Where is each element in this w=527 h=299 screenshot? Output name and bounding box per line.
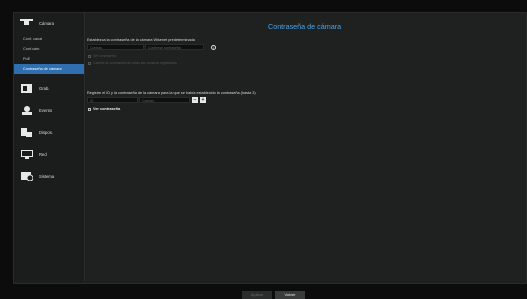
sidebar-group-label: Evento [39, 107, 53, 113]
default-password-section-label: Establezca la contraseña de la cámara Wi… [87, 38, 195, 42]
back-button[interactable]: Volver [275, 291, 305, 299]
sidebar-group-record[interactable]: Grab. [14, 77, 84, 99]
checkbox-icon [88, 107, 91, 111]
sidebar-group-label: Dispos. [39, 129, 53, 135]
event-icon [20, 105, 33, 116]
sidebar-item-camera-setup[interactable]: Conf.cám. [14, 44, 84, 54]
sidebar: Cámara Conf. canal Conf.cám. PoE Contras… [14, 13, 85, 281]
sidebar-group-label: Sistema [39, 173, 55, 179]
registered-camera-section-label: Registre el ID y la contraseña de la cám… [87, 91, 256, 95]
sidebar-item-channel-setup[interactable]: Conf. canal [14, 34, 84, 44]
add-row-button[interactable]: + [200, 97, 206, 103]
sidebar-group-camera[interactable]: Cámara [14, 14, 84, 32]
show-password-checkbox-label: Ver contraseña [93, 107, 121, 111]
sidebar-group-label: Red [39, 151, 47, 157]
page-title: Contraseña de cámara [268, 22, 342, 31]
camera-id-input[interactable]: ID [87, 97, 138, 103]
confirm-password-input[interactable]: Confirmar contraseña [145, 44, 204, 50]
sidebar-group-device[interactable]: Dispos. [14, 121, 84, 143]
sidebar-group-event[interactable]: Evento [14, 99, 84, 121]
sidebar-group-system[interactable]: Sistema [14, 165, 84, 187]
system-icon [20, 171, 33, 182]
main-panel [86, 13, 525, 281]
record-icon [20, 83, 33, 94]
sidebar-group-label: Cámara [39, 20, 54, 26]
show-password-option[interactable]: Ver contraseña [88, 54, 116, 58]
sidebar-item-camera-password[interactable]: Contraseña de cámara [14, 64, 84, 74]
show-password-option-label: Ver contraseña [93, 54, 116, 58]
info-icon[interactable]: i [211, 44, 216, 50]
show-password-checkbox[interactable]: Ver contraseña [88, 107, 120, 111]
checkbox-icon [88, 54, 91, 58]
device-icon [20, 127, 33, 138]
apply-button[interactable]: Aplicar [242, 291, 272, 299]
update-all-cameras-option[interactable]: Cambie la contraseña de todas las cámara… [88, 61, 177, 65]
checkbox-icon [88, 61, 91, 65]
remove-row-button[interactable]: − [192, 97, 198, 103]
sidebar-group-label: Grab. [39, 85, 50, 91]
update-all-cameras-label: Cambie la contraseña de todas las cámara… [93, 61, 177, 65]
password-input[interactable]: Contras. [87, 44, 144, 50]
sidebar-item-poe[interactable]: PoE [14, 54, 84, 64]
camera-icon [20, 18, 33, 29]
sidebar-group-network[interactable]: Red [14, 143, 84, 165]
network-icon [20, 149, 33, 160]
camera-password-input[interactable]: Contras. [139, 97, 190, 103]
